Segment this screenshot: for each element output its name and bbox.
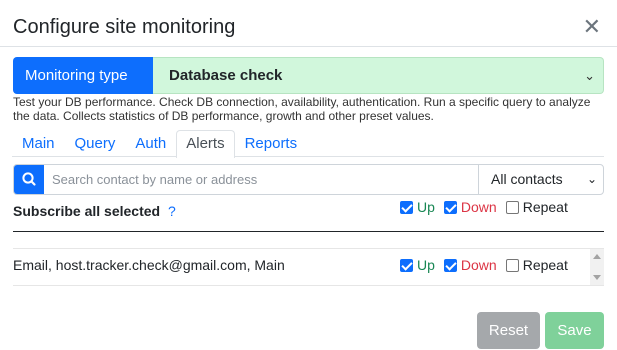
contact-search-bar: All contacts ⌄ [13,164,604,195]
monitoring-type-select[interactable]: Database check ⌄ [153,57,604,94]
monitoring-description: Test your DB performance. Check DB conne… [13,95,591,123]
search-button[interactable] [14,165,44,194]
contact-up-checkbox[interactable]: Up [400,256,435,274]
down-label: Down [460,257,497,273]
up-label: Up [417,257,435,273]
checkbox-checked-icon [443,258,457,272]
monitoring-type-value: Database check [169,67,283,84]
checkbox-checked-icon [400,200,413,214]
tab-main[interactable]: Main [12,130,65,156]
checkbox-unchecked-icon [505,258,519,272]
contact-list: Email, host.tracker.check@gmail.com, Mai… [13,248,604,286]
chevron-down-icon: ⌄ [586,172,597,186]
contact-row-checks: Up Down Repeat [400,256,577,274]
list-scrollbar[interactable] [590,249,604,285]
search-input[interactable] [44,165,478,194]
divider [13,231,604,232]
subscribe-up-checkbox[interactable]: Up [400,198,435,216]
checkbox-checked-icon [443,200,457,214]
repeat-label: Repeat [522,199,568,215]
scroll-down-arrow-icon[interactable] [593,275,601,280]
checkbox-unchecked-icon [505,200,519,214]
contacts-filter-select[interactable]: All contacts ⌄ [478,165,603,194]
subscribe-all-text: Subscribe all selected [13,203,161,219]
monitoring-type-group: Monitoring type Database check ⌄ [13,57,604,94]
search-icon [22,172,36,186]
up-label: Up [417,199,435,215]
reset-button[interactable]: Reset [477,312,540,349]
help-icon[interactable]: ? [168,203,176,219]
subscribe-repeat-checkbox[interactable]: Repeat [505,198,568,216]
subscribe-all-checks: Up Down Repeat [400,198,577,216]
close-icon[interactable]: ✕ [583,16,601,38]
checkbox-checked-icon [400,258,413,272]
dialog-header: Configure site monitoring ✕ [0,0,617,47]
tab-query[interactable]: Query [65,130,126,156]
monitoring-type-label: Monitoring type [13,57,153,94]
tab-bar: Main Query Auth Alerts Reports [12,130,604,158]
contact-down-checkbox[interactable]: Down [443,256,497,274]
down-label: Down [460,199,497,215]
dialog-title: Configure site monitoring [13,16,236,38]
subscribe-all-label: Subscribe all selected ? [13,202,176,220]
save-button[interactable]: Save [545,312,604,349]
tab-reports[interactable]: Reports [235,130,308,156]
contacts-filter-value: All contacts [491,171,563,187]
subscribe-down-checkbox[interactable]: Down [443,198,497,216]
repeat-label: Repeat [522,257,568,273]
contact-repeat-checkbox[interactable]: Repeat [505,256,568,274]
chevron-down-icon: ⌄ [584,68,595,83]
tab-auth[interactable]: Auth [125,130,176,156]
tab-alerts[interactable]: Alerts [176,130,235,158]
contact-row-text: Email, host.tracker.check@gmail.com, Mai… [13,257,285,273]
scroll-up-arrow-icon[interactable] [593,254,601,259]
